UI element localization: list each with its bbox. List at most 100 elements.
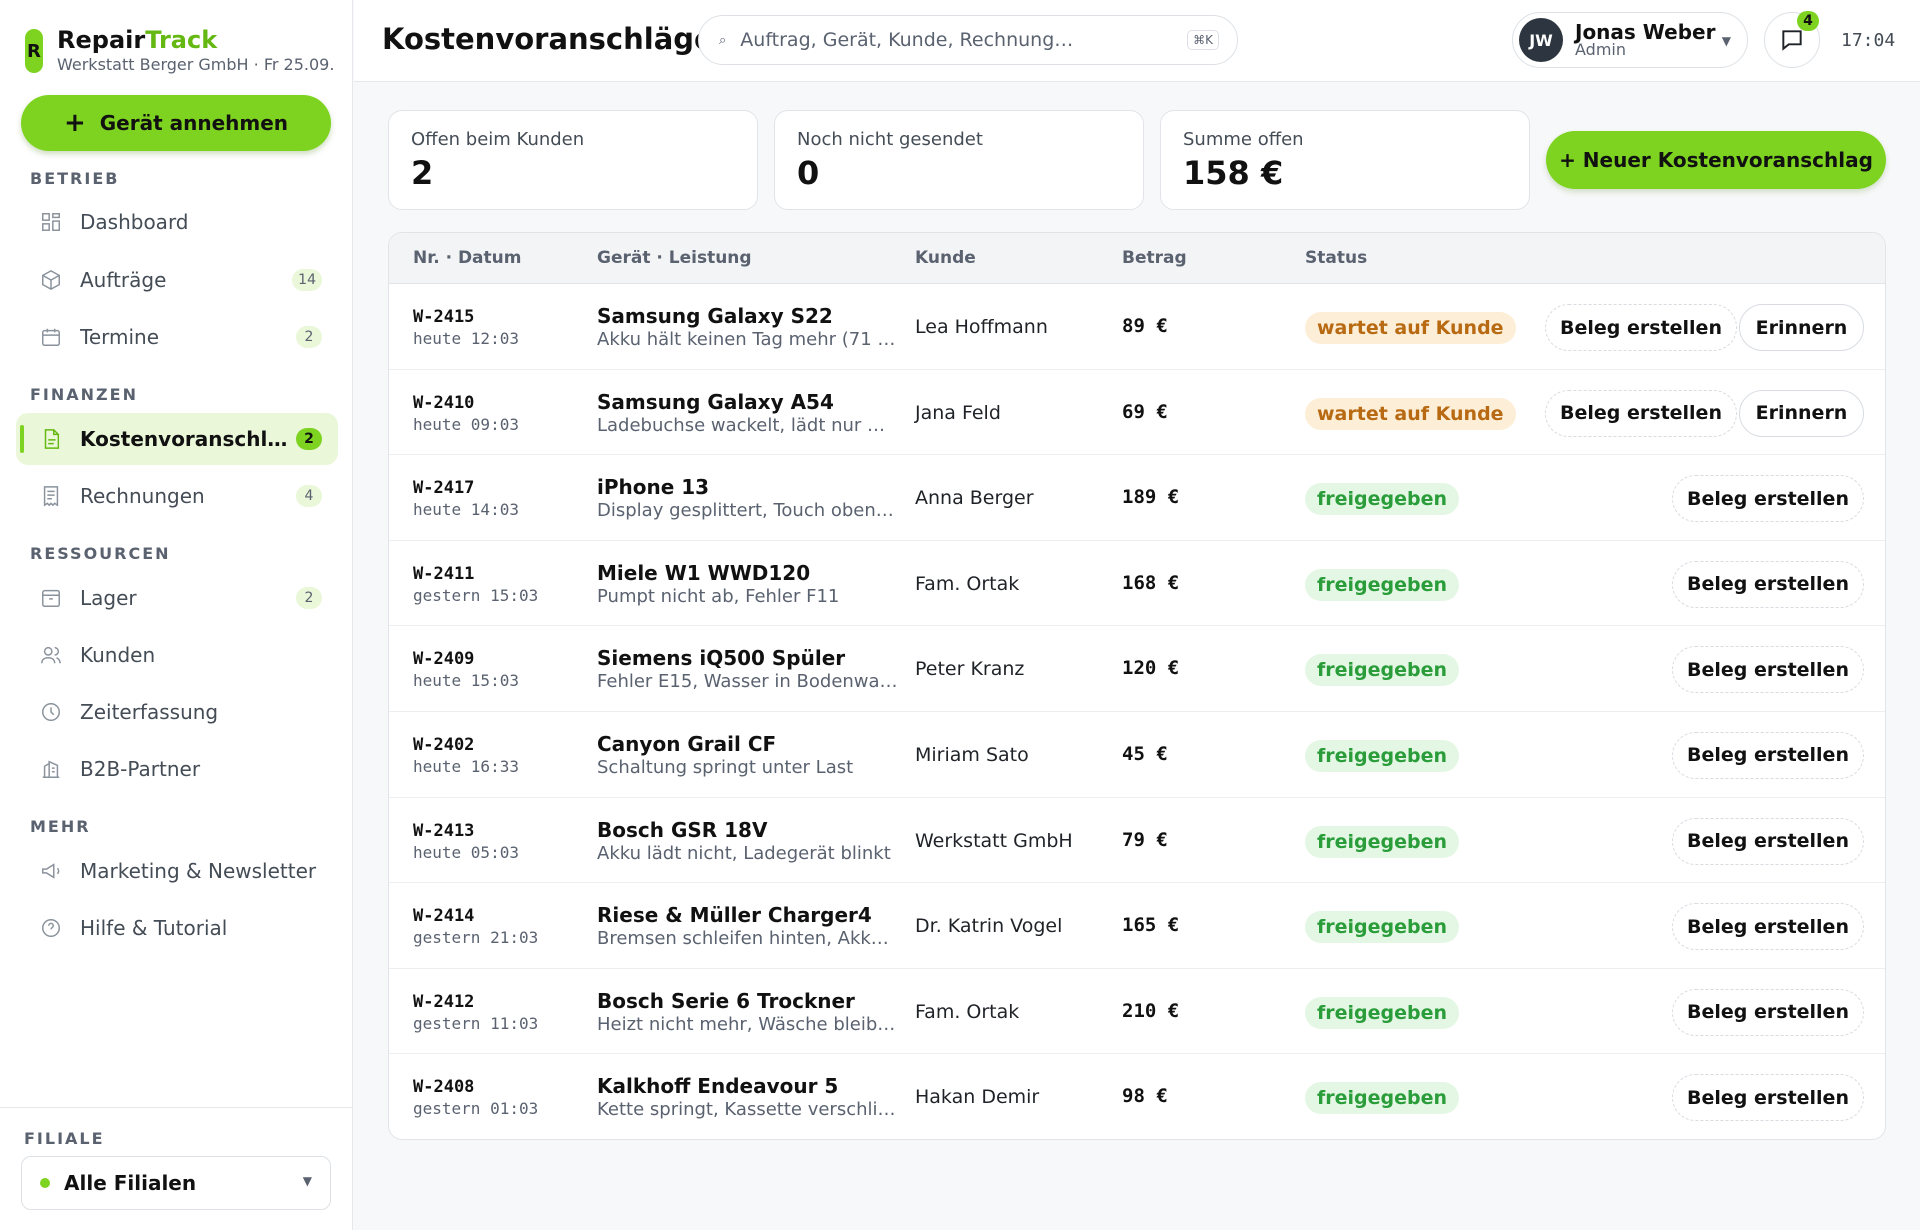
order-number[interactable]: W-2408 [413,1077,474,1097]
table-row[interactable]: W-2414 gestern 21:03 Riese & Müller Charge… [389,883,1885,969]
table-body: W-2415 heute 12:03 Samsung Galaxy S22 Akku … [389,284,1885,1139]
brand[interactable]: R RepairTrack Werkstatt Berger GmbH · Fr… [25,27,334,74]
table-row[interactable]: W-2413 heute 05:03 Bosch GSR 18V Akku lädt … [389,798,1885,884]
table-row[interactable]: W-2412 gestern 11:03 Bosch Serie 6 Trockne… [389,969,1885,1055]
create-receipt-button[interactable]: Beleg erstellen [1672,731,1864,779]
order-date: gestern 15:03 [413,585,539,605]
status-badge: freigegeben [1305,911,1460,944]
stat-value: 0 [797,154,820,192]
order-number[interactable]: W-2417 [413,478,474,498]
status-badge: freigegeben [1305,483,1460,516]
create-receipt-button[interactable]: Beleg erstellen [1672,560,1864,608]
column-header[interactable]: Betrag [1122,248,1187,268]
column-header[interactable]: Gerät · Leistung [597,248,752,268]
status-badge: freigegeben [1305,996,1460,1029]
table-row[interactable]: W-2417 heute 14:03 iPhone 13 Display gespli… [389,455,1885,541]
messages-button[interactable]: 4 [1764,11,1820,68]
table-row[interactable]: W-2408 gestern 01:03 Kalkhoff Endeavour 5K… [389,1054,1885,1139]
sidebar-item-dashboard[interactable]: Dashboard [16,196,338,248]
status-badge: freigegeben [1305,1082,1460,1115]
nav-count-badge: 4 [296,485,322,507]
search-input[interactable] [740,29,1171,51]
clock: 17:04 [1841,30,1896,51]
customer-name: Hakan Demir [915,1086,1040,1109]
search-icon: ⌕ [719,32,727,48]
order-number[interactable]: W-2414 [413,906,474,926]
amount: 69 € [1122,400,1168,423]
divider [0,1107,353,1108]
remind-button[interactable]: Erinnern [1739,304,1864,351]
help-icon [40,917,62,939]
document-icon [40,428,62,450]
nav-section-betrieb: BETRIEB [30,169,120,188]
amount: 210 € [1122,999,1180,1022]
table-row[interactable]: W-2410 heute 09:03 Samsung Galaxy A54 Ladeb… [389,370,1885,456]
sidebar-item-b2b-partner[interactable]: B2B-Partner [16,743,338,795]
order-number[interactable]: W-2410 [413,393,474,413]
new-estimate-button[interactable]: + Neuer Kostenvoranschlag [1546,131,1886,189]
sidebar-item-rechnungen[interactable]: Rechnungen 4 [16,470,338,522]
order-number[interactable]: W-2415 [413,307,474,327]
customer-name: Lea Hoffmann [915,316,1048,338]
nav-section-ressourcen: RESSOURCEN [30,544,171,563]
sidebar: R RepairTrack Werkstatt Berger GmbH · Fr… [0,0,353,1230]
sidebar-item-termine[interactable]: Termine 2 [16,311,338,363]
remind-button[interactable]: Erinnern [1739,389,1864,437]
user-menu[interactable]: JW Jonas Weber Admin ▼ [1512,12,1748,68]
calendar-icon [40,326,62,348]
search-box[interactable]: ⌕ ⌘K [698,15,1238,65]
user-role: Admin [1575,40,1626,59]
status-badge: freigegeben [1305,739,1460,772]
column-header[interactable]: Status [1305,248,1367,268]
sidebar-item-kunden[interactable]: Kunden [16,629,338,681]
device-name: iPhone 13 [597,475,710,500]
device-name: Miele W1 WWD120 [597,560,811,585]
customer-name: Peter Kranz [915,658,1025,681]
create-receipt-button[interactable]: Beleg erstellen [1672,475,1864,523]
device-name: Bosch GSR 18V [597,817,768,842]
table-row[interactable]: W-2402 heute 16:33 Canyon Grail CF Schaltun… [389,712,1885,798]
chevron-down-icon: ▼ [302,1174,312,1188]
status-badge: freigegeben [1305,568,1460,601]
column-header[interactable]: Kunde [915,248,976,268]
dashboard-icon [40,211,62,233]
order-number[interactable]: W-2409 [413,649,474,669]
amount: 189 € [1122,486,1180,509]
order-number[interactable]: W-2412 [413,992,474,1012]
customer-name: Anna Berger [915,487,1034,510]
create-receipt-button[interactable]: Beleg erstellen [1672,646,1864,694]
status-badge: wartet auf Kunde [1305,312,1516,344]
service-description: Akku lädt nicht, Ladegerät blinkt [597,842,891,864]
amount: 165 € [1122,914,1180,937]
order-date: gestern 11:03 [413,1013,539,1033]
device-name: Bosch Serie 6 Trockner [597,988,855,1013]
page-title: Kostenvoranschläge [382,22,714,56]
device-intake-button[interactable]: + Gerät annehmen [21,95,331,151]
receipt-icon [40,485,62,507]
create-receipt-button[interactable]: Beleg erstellen [1672,988,1864,1036]
estimates-table: Nr. · Datum Gerät · Leistung Kunde Betra… [388,232,1886,1140]
table-row[interactable]: W-2415 heute 12:03 Samsung Galaxy S22 Akku … [389,284,1885,370]
sidebar-item-kostenvoranschlaege[interactable]: Kostenvoranschläge 2 [16,413,338,465]
sidebar-item-auftraege[interactable]: Aufträge 14 [16,254,338,306]
create-receipt-button[interactable]: Beleg erstellen [1545,389,1737,437]
table-row[interactable]: W-2409 heute 15:03 Siemens iQ500 Spüler Feh… [389,626,1885,712]
sidebar-item-marketing[interactable]: Marketing & Newsletter [16,845,338,897]
sidebar-item-lager[interactable]: Lager 2 [16,572,338,624]
branch-select[interactable]: Alle Filialen ▼ [21,1156,331,1210]
clock-icon [40,701,62,723]
order-date: heute 05:03 [413,842,519,862]
table-row[interactable]: W-2411 gestern 15:03 Miele W1 WWD120 Pumpt … [389,541,1885,627]
order-number[interactable]: W-2402 [413,735,474,755]
customer-name: Dr. Katrin Vogel [915,915,1063,938]
sidebar-item-zeiterfassung[interactable]: Zeiterfassung [16,686,338,738]
column-header[interactable]: Nr. · Datum [413,248,521,268]
order-number[interactable]: W-2411 [413,564,474,584]
sidebar-item-hilfe[interactable]: Hilfe & Tutorial [16,902,338,954]
order-number[interactable]: W-2413 [413,821,474,841]
create-receipt-button[interactable]: Beleg erstellen [1672,817,1864,865]
create-receipt-button[interactable]: Beleg erstellen [1545,304,1737,351]
create-receipt-button[interactable]: Beleg erstellen [1672,1074,1864,1122]
status-badge: wartet auf Kunde [1305,397,1516,430]
create-receipt-button[interactable]: Beleg erstellen [1672,903,1864,951]
